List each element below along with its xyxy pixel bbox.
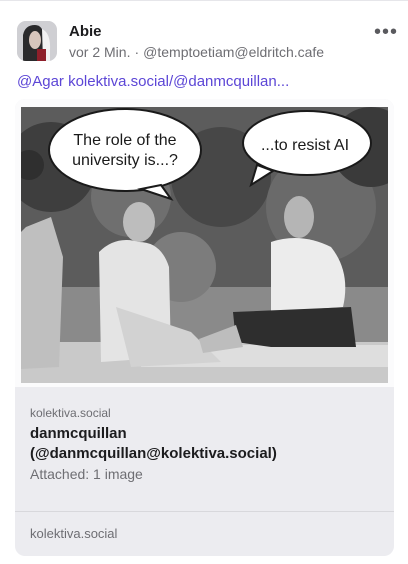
bubble-right: ...to resist AI: [261, 137, 349, 154]
top-divider: [0, 0, 408, 1]
card-title-line1: danmcquillan: [30, 425, 127, 442]
meta-separator: ·: [134, 44, 140, 60]
avatar[interactable]: [17, 21, 57, 61]
link-preview-card[interactable]: The role of the university is...? ...to …: [15, 99, 394, 556]
timestamp: vor 2 Min.: [69, 44, 131, 60]
author-name[interactable]: Abie: [69, 23, 102, 40]
card-image: The role of the university is...? ...to …: [15, 99, 394, 387]
author-handle[interactable]: @temptoetiam@eldritch.cafe: [143, 44, 324, 60]
meme-photo: The role of the university is...? ...to …: [21, 107, 388, 383]
card-divider: [15, 511, 394, 512]
post-mention-link[interactable]: @Agar kolektiva.social/@danmcquillan...: [17, 73, 289, 90]
more-dots-icon[interactable]: •••: [374, 22, 398, 42]
card-body: kolektiva.social danmcquillan (@danmcqui…: [30, 406, 380, 482]
card-title: danmcquillan (@danmcquillan@kolektiva.so…: [30, 424, 380, 464]
card-description: Attached: 1 image: [30, 466, 143, 482]
bubble-left-line1: The role of the: [73, 132, 176, 149]
card-footer-domain: kolektiva.social: [30, 526, 118, 541]
avatar-image: [17, 21, 57, 61]
card-domain: kolektiva.social: [30, 406, 111, 420]
bubble-left-line2: university is...?: [72, 152, 178, 169]
card-title-line2: (@danmcquillan@kolektiva.social): [30, 445, 277, 462]
post-meta: vor 2 Min. · @temptoetiam@eldritch.cafe: [69, 44, 324, 60]
